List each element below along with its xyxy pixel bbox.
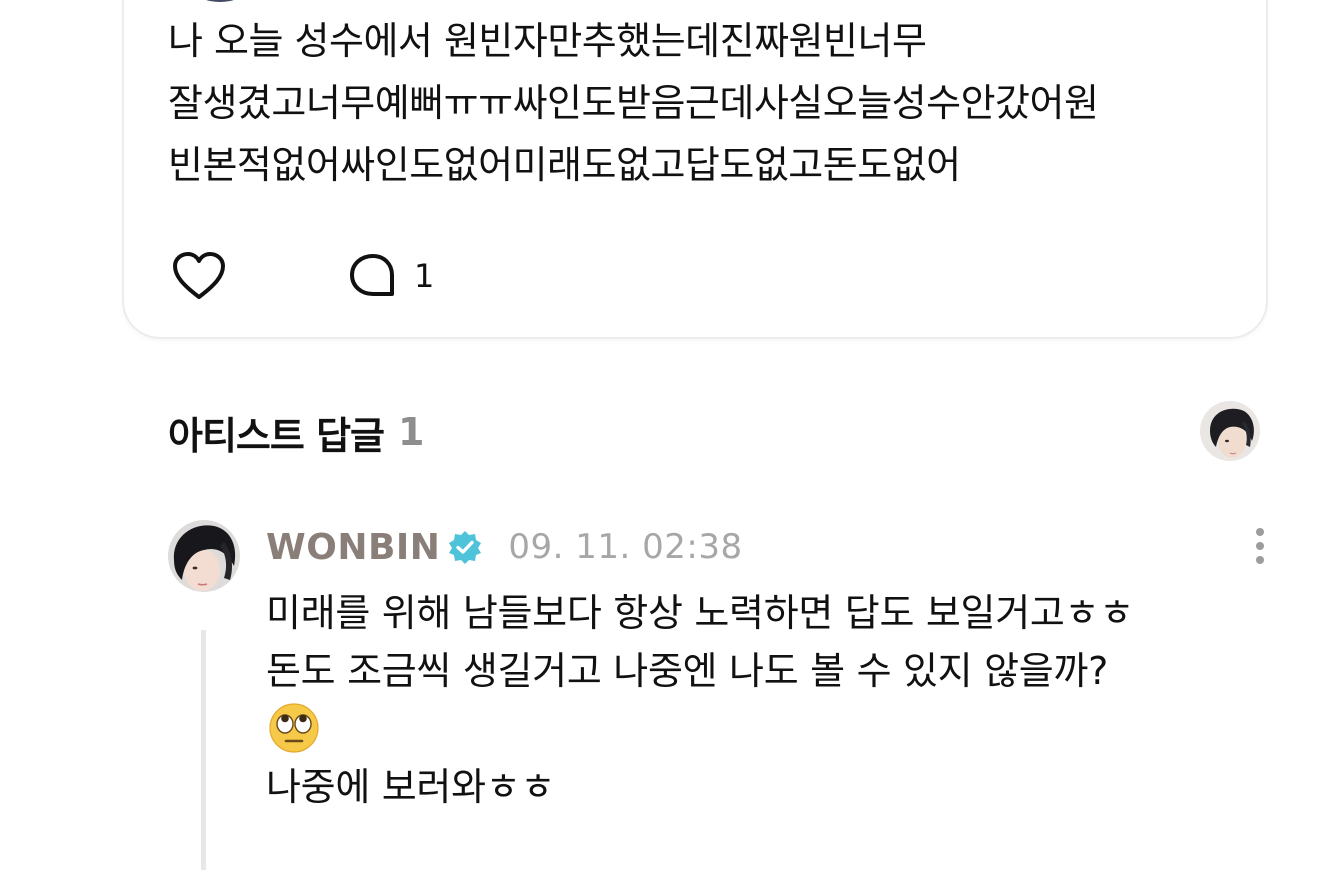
reply-author-name[interactable]: WONBIN (266, 527, 440, 568)
dot (1256, 556, 1264, 564)
speech-bubble-icon (350, 254, 394, 296)
artist-replies-title: 아티스트 답글 (168, 413, 385, 458)
reply-text-line: 나중에 보러와ㅎㅎ (266, 765, 556, 809)
reply-header: WONBIN 09. 11. 02:38 (266, 522, 743, 572)
comment-count: 1 (414, 257, 435, 295)
reply-text-line: 돈도 조금씩 생길거고 나중엔 나도 볼 수 있지 않을까? (266, 649, 1108, 693)
post-actions: 1 (170, 248, 434, 304)
rolling-eyes-emoji-icon (266, 700, 319, 758)
comment-button[interactable]: 1 (348, 248, 434, 304)
artist-avatar[interactable] (168, 520, 240, 592)
fan-avatar[interactable] (172, 0, 268, 2)
reply-text: 미래를 위해 남들보다 항상 노력하면 답도 보일거고ㅎㅎ 돈도 조금씩 생길거… (266, 584, 1266, 816)
fan-post-text: 나 오늘 성수에서 원빈자만추했는데진짜원빈너무 잘생겼고너무예뻐ㅠㅠ싸인도받음… (168, 19, 1099, 187)
artist-replies-count: 1 (398, 410, 425, 454)
more-vertical-icon[interactable] (1244, 524, 1276, 568)
artist-avatar-small[interactable] (1200, 401, 1260, 461)
verified-badge-icon (448, 530, 482, 564)
reply-timestamp: 09. 11. 02:38 (508, 527, 743, 567)
artist-photo (168, 520, 240, 592)
dot (1256, 528, 1264, 536)
artist-replies-header: 아티스트 답글 1 (168, 404, 424, 460)
reply-text-line: 미래를 위해 남들보다 항상 노력하면 답도 보일거고ㅎㅎ (266, 591, 1134, 635)
heart-outline-icon (173, 252, 225, 299)
dot (1256, 542, 1264, 550)
artist-reply-screen: 나 오늘 성수에서 원빈자만추했는데진짜원빈너무 잘생겼고너무예뻐ㅠㅠ싸인도받음… (0, 0, 1320, 870)
like-button[interactable] (170, 248, 228, 304)
artist-photo (1200, 401, 1260, 461)
reply-thread-line (201, 630, 206, 870)
